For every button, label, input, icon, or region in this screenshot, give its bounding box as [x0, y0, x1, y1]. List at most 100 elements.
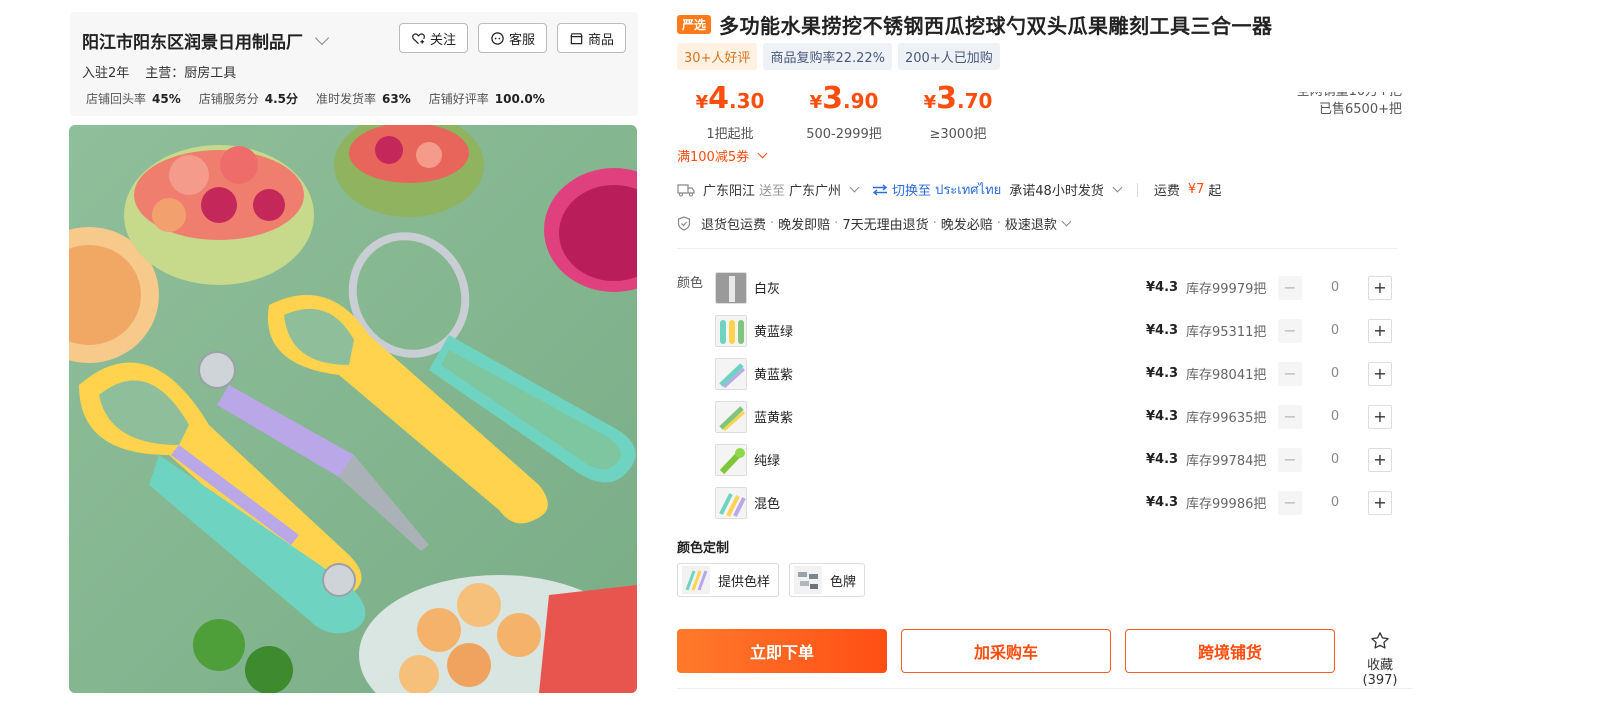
chevron-down-icon[interactable] [1112, 182, 1123, 193]
chevron-down-icon[interactable] [1061, 216, 1072, 227]
sku-price: ¥4.3 [1146, 409, 1179, 424]
custom-option-card[interactable]: 色牌 [789, 563, 866, 597]
quantity-stepper[interactable]: − 0 + [1278, 447, 1392, 472]
sku-stock: 库存95311把 [1186, 325, 1267, 340]
shop-stat: 店铺回头率 45% [86, 92, 181, 106]
shop-name-text[interactable]: 阳江市阳东区润景日用制品厂 [82, 28, 303, 53]
quantity-stepper[interactable]: − 0 + [1278, 404, 1392, 429]
quantity-input[interactable]: 0 [1302, 409, 1368, 424]
guarantee-item: 退货包运费 [701, 218, 767, 233]
product-photo-illustration [69, 125, 637, 693]
price-range: 1把起批 [706, 127, 754, 142]
buy-now-button[interactable]: 立即下单 [677, 629, 887, 673]
coupon-dropdown[interactable]: 满100减5券 [677, 146, 768, 165]
coupon-label[interactable]: 满100减5券 [677, 146, 749, 165]
quantity-input[interactable]: 0 [1302, 495, 1368, 510]
sku-name: 蓝黄紫 [754, 411, 794, 426]
shop-name[interactable]: 阳江市阳东区润景日用制品厂 [82, 28, 330, 53]
increase-button[interactable]: + [1368, 318, 1392, 343]
guarantee-item: 极速退款 [1004, 218, 1057, 233]
service-label: 客服 [508, 32, 535, 48]
decrease-button[interactable]: − [1278, 490, 1302, 515]
guarantee-item: 7天无理由退货 [842, 218, 929, 233]
sku-price: ¥4.3 [1146, 452, 1179, 467]
decrease-button[interactable]: − [1278, 361, 1302, 386]
follow-label: 关注 [429, 32, 456, 48]
price-range: 500-2999把 [806, 127, 882, 142]
goods-label: 商品 [587, 32, 614, 48]
heart-plus-icon [412, 32, 425, 44]
quantity-input[interactable]: 0 [1302, 452, 1368, 467]
truck-icon [677, 183, 695, 196]
switch-region-link[interactable]: 切换至 ประเทศไทย [872, 179, 1001, 200]
chevron-down-icon[interactable] [314, 30, 330, 45]
add-to-cart-button[interactable]: 加采购车 [901, 629, 1111, 673]
sku-row: 黄蓝紫 ¥4.3 库存98041把 − 0 + [715, 352, 1397, 395]
quantity-stepper[interactable]: − 0 + [1278, 275, 1392, 300]
sku-name: 纯绿 [754, 454, 781, 469]
divider [677, 248, 1397, 249]
sku-row: 纯绿 ¥4.3 库存99784把 − 0 + [715, 438, 1397, 481]
cross-border-button[interactable]: 跨境铺货 [1125, 629, 1335, 673]
quantity-input[interactable]: 0 [1302, 323, 1368, 338]
shop-header: 阳江市阳东区润景日用制品厂 关注 客服 商品 入驻2年 主营：厨房工具 店铺回头… [70, 12, 638, 116]
quantity-stepper[interactable]: − 0 + [1278, 361, 1392, 386]
guarantee-item: 晚发即赔 [778, 218, 831, 233]
sku-price: ¥4.3 [1146, 323, 1179, 338]
sku-thumbnail[interactable] [715, 271, 747, 304]
shop-stat: 店铺好评率 100.0% [428, 92, 545, 106]
sku-stock: 库存99635把 [1186, 411, 1267, 426]
guarantee-row[interactable]: 退货包运费 · 晚发即赔 · 7天无理由退货 · 晚发必赔 · 极速退款 [677, 214, 1076, 233]
increase-button[interactable]: + [1368, 275, 1392, 300]
ship-promise[interactable]: 承诺48小时发货 [1009, 180, 1104, 199]
custom-option-label: 提供色样 [718, 574, 771, 590]
shipping-row: 广东阳江 送至 广东广州 切换至 ประเทศไทย 承诺48小时发货 运费 ¥… [677, 179, 1221, 200]
price-tier: ¥3.90 500-2999把 [794, 82, 894, 143]
sku-price: ¥4.3 [1146, 495, 1179, 510]
decrease-button[interactable]: − [1278, 275, 1302, 300]
quantity-stepper[interactable]: − 0 + [1278, 318, 1392, 343]
decrease-button[interactable]: − [1278, 318, 1302, 343]
favorite-button[interactable]: 收藏 (397) [1348, 630, 1412, 688]
swap-icon [872, 183, 888, 196]
increase-button[interactable]: + [1368, 404, 1392, 429]
quantity-input[interactable]: 0 [1302, 366, 1368, 381]
quantity-stepper[interactable]: − 0 + [1278, 490, 1392, 515]
quantity-input[interactable]: 0 [1302, 280, 1368, 295]
total-sales: 全网销量10万+把 [1282, 92, 1402, 101]
sku-price: ¥4.3 [1146, 366, 1179, 381]
sku-row: 蓝黄紫 ¥4.3 库存99635把 − 0 + [715, 395, 1397, 438]
sales-info: 全网销量10万+把 已售6500+把 [1282, 92, 1402, 120]
chevron-down-icon[interactable] [757, 148, 768, 159]
goods-button[interactable]: 商品 [556, 23, 626, 53]
sku-thumbnail[interactable] [715, 400, 747, 433]
option-thumbnail [682, 566, 710, 594]
increase-button[interactable]: + [1368, 361, 1392, 386]
decrease-button[interactable]: − [1278, 404, 1302, 429]
sku-thumbnail[interactable] [715, 357, 747, 390]
ship-to-label: 送至 [759, 184, 786, 199]
ship-from: 广东阳江 [703, 184, 756, 199]
price-tier: ¥4.30 1把起批 [680, 82, 780, 143]
service-button[interactable]: 客服 [477, 23, 547, 53]
sku-thumbnail[interactable] [715, 314, 747, 347]
sku-stock: 库存99784把 [1186, 454, 1267, 469]
product-image[interactable] [69, 125, 637, 693]
shop-years: 入驻2年 [82, 66, 130, 81]
custom-option-sample[interactable]: 提供色样 [677, 563, 780, 597]
sku-thumbnail[interactable] [715, 443, 747, 476]
shop-main: 主营：厨房工具 [145, 66, 237, 81]
sku-stock: 库存99979把 [1186, 282, 1267, 297]
increase-button[interactable]: + [1368, 490, 1392, 515]
increase-button[interactable]: + [1368, 447, 1392, 472]
star-icon [1371, 632, 1389, 649]
chevron-down-icon[interactable] [849, 182, 860, 193]
follow-button[interactable]: 关注 [398, 23, 468, 53]
ship-to-select[interactable]: 广东广州 [789, 180, 841, 199]
price-tier: ¥3.70 ≥3000把 [908, 82, 1008, 143]
shop-stat: 准时发货率 63% [316, 92, 411, 106]
guarantee-item: 晚发必赔 [940, 218, 993, 233]
decrease-button[interactable]: − [1278, 447, 1302, 472]
sku-stock: 库存98041把 [1186, 368, 1267, 383]
sku-thumbnail[interactable] [715, 486, 747, 519]
